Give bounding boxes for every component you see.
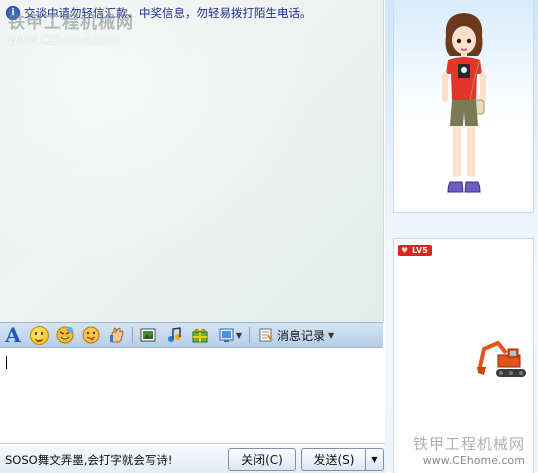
input-toolbar: A ▼ 消息记录 ▼ [0, 322, 383, 348]
screenshot-icon[interactable] [137, 325, 159, 345]
music-icon[interactable] [163, 325, 185, 345]
chat-pane: i 交谈中请勿轻信汇款、中奖信息，勿轻易拨打陌生电话。 铁甲工程机械网 www.… [0, 0, 385, 473]
wink-icon[interactable] [54, 325, 76, 345]
close-button[interactable]: 关闭(C) [228, 448, 296, 471]
gift-icon[interactable] [189, 325, 211, 345]
watermark-bottom: 铁甲工程机械网 www.CEhome.com [413, 433, 525, 467]
avatar-card[interactable]: LV5 铁甲工程机械网 www.CEhome.com [393, 238, 534, 473]
message-history[interactable]: i 交谈中请勿轻信汇款、中奖信息，勿轻易拨打陌生电话。 铁甲工程机械网 www.… [0, 0, 384, 322]
watermark-top-cn: 铁甲工程机械网 [8, 13, 134, 33]
message-record-icon [259, 328, 273, 342]
ad-link[interactable]: SOSO舞文弄墨,会打字就会写诗! [5, 452, 172, 468]
send-button[interactable]: 发送(S) [301, 448, 366, 471]
watermark-top: 铁甲工程机械网 www.CEhome.com [8, 13, 134, 47]
level-badge: LV5 [398, 245, 432, 256]
message-input[interactable] [0, 348, 383, 443]
excavator-image [477, 341, 526, 377]
toolbar-separator [132, 327, 133, 343]
chevron-down-icon[interactable]: ▼ [328, 331, 334, 340]
qq-show-avatar-figure [442, 13, 486, 193]
toolbar-separator [249, 327, 250, 343]
smile-icon[interactable] [28, 325, 50, 345]
hand-icon[interactable] [106, 325, 128, 345]
tongue-icon[interactable] [80, 325, 102, 345]
image-icon[interactable]: ▼ [215, 325, 245, 345]
watermark-top-url: www.CEhome.com [8, 32, 120, 47]
message-record-button[interactable]: 消息记录 ▼ [254, 325, 338, 345]
text-cursor [6, 356, 7, 369]
font-icon[interactable]: A [2, 323, 24, 347]
image-dropdown-icon[interactable]: ▼ [236, 331, 242, 340]
side-panel: LV5 铁甲工程机械网 www.CEhome.com [385, 0, 538, 473]
send-options-chevron-down-icon[interactable]: ▼ [365, 448, 384, 471]
watermark-bottom-cn: 铁甲工程机械网 [412, 435, 525, 453]
bottom-bar: SOSO舞文弄墨,会打字就会写诗! 关闭(C) 发送(S) ▼ [0, 443, 385, 473]
message-record-label: 消息记录 [277, 328, 326, 343]
watermark-bottom-url: www.CEhome.com [422, 454, 525, 467]
qq-show-card[interactable] [393, 0, 534, 213]
